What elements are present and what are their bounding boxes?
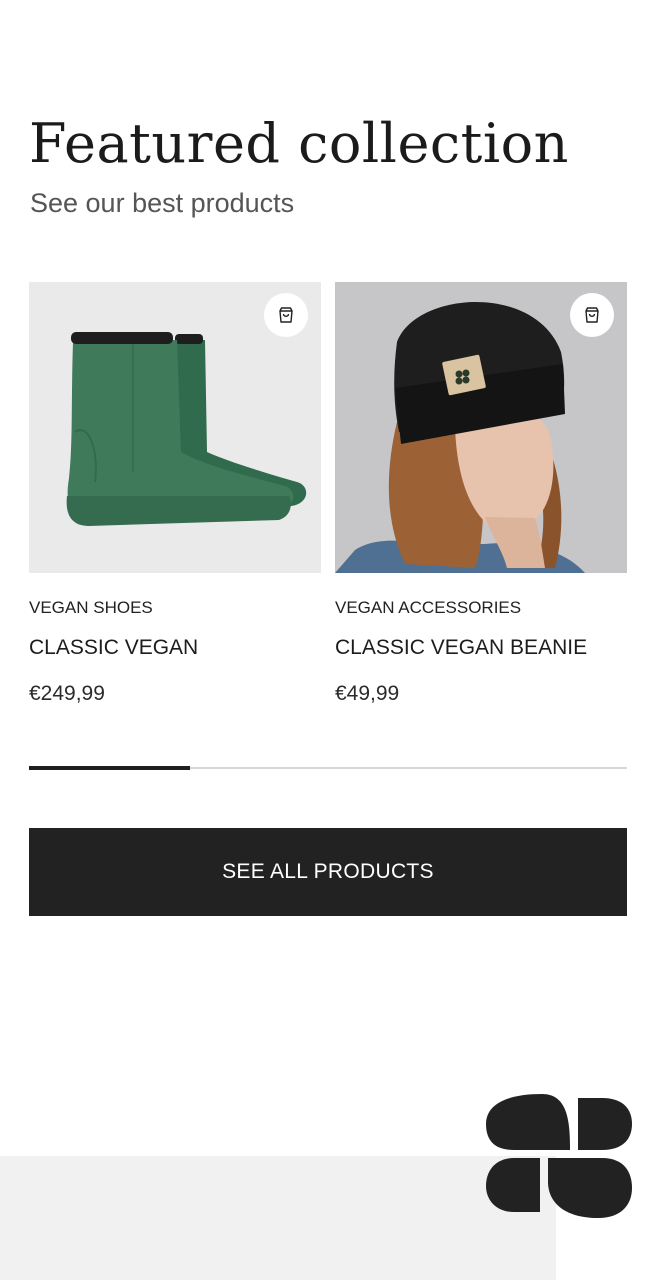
add-to-cart-button[interactable]	[570, 293, 614, 337]
section-subtitle: See our best products	[30, 188, 295, 218]
section-title: Featured collection	[29, 112, 569, 175]
product-card[interactable]: VEGAN SHOES CLASSIC VEGAN €249,99	[29, 282, 321, 706]
product-image[interactable]	[335, 282, 627, 573]
shopping-bag-icon	[585, 307, 599, 323]
product-card[interactable]: VEGAN ACCESSORIES CLASSIC VEGAN BEANIE €…	[335, 282, 627, 706]
product-name[interactable]: CLASSIC VEGAN	[29, 636, 321, 660]
product-category: VEGAN ACCESSORIES	[335, 598, 522, 617]
product-price: €49,99	[335, 682, 400, 705]
four-petal-clover-logo	[486, 1094, 632, 1218]
product-image[interactable]	[29, 282, 321, 573]
product-category: VEGAN SHOES	[29, 598, 153, 617]
product-price: €249,99	[29, 682, 105, 705]
carousel-scroll-thumb[interactable]	[29, 766, 190, 770]
footer-background	[0, 1156, 556, 1280]
add-to-cart-button[interactable]	[264, 293, 308, 337]
product-name[interactable]: CLASSIC VEGAN BEANIE	[335, 636, 627, 660]
see-all-products-button[interactable]: SEE ALL PRODUCTS	[29, 828, 627, 916]
featured-collection-section: Featured collection See our best product…	[0, 0, 656, 1280]
shopping-bag-icon	[279, 307, 293, 323]
